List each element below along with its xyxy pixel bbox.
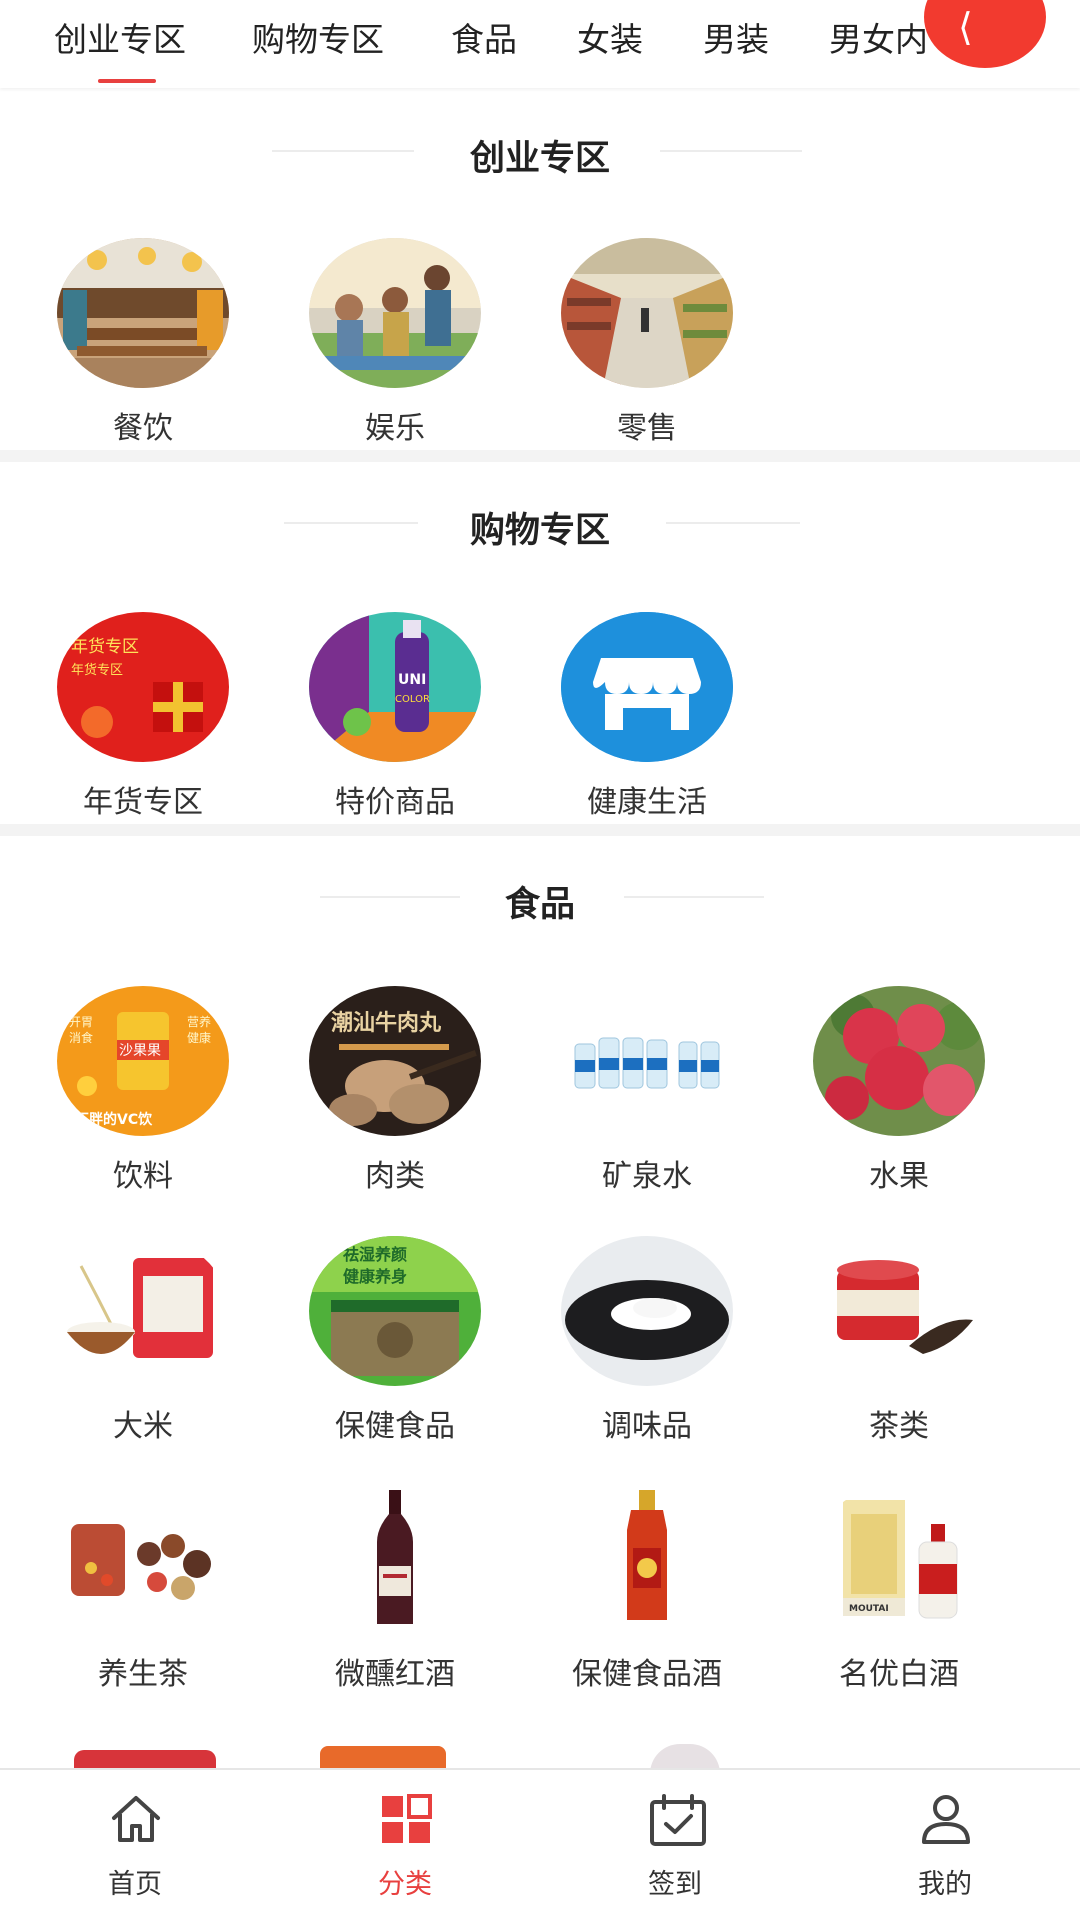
category-item-special-offers[interactable]: UNI COLOR 特价商品 (252, 612, 502, 820)
category-item-herbal-tea[interactable]: 养生茶 (0, 1484, 250, 1692)
section-gap (0, 450, 1080, 462)
category-grid-icon (382, 1794, 432, 1843)
tab-shopping[interactable]: 购物专区 (252, 0, 384, 88)
category-item-entertainment[interactable]: 娱乐 (252, 238, 502, 446)
active-tab-indicator (98, 79, 156, 83)
category-label: 娱乐 (365, 411, 425, 446)
section-entrepreneurship: 创业专区 餐饮 娱乐 零售 (0, 88, 1080, 450)
seasoning-photo (561, 1236, 733, 1386)
nav-category[interactable]: 分类 (270, 1770, 540, 1922)
category-item-meat[interactable]: 潮汕牛肉丸 肉类 (252, 986, 502, 1194)
svg-text:沙果果: 沙果果 (119, 1043, 161, 1059)
nav-label: 我的 (918, 1869, 972, 1900)
svg-text:MOUTAI: MOUTAI (849, 1604, 889, 1614)
calendar-check-icon (650, 1794, 706, 1846)
section-food: 食品 沙果果 开胃 消食 营养 健康 不胖的VC饮 饮料 潮汕牛肉丸 肉类 矿泉… (0, 836, 1080, 1776)
mineral-water-photo (561, 986, 733, 1136)
special-offer-photo: UNI COLOR (309, 612, 481, 762)
baijiu-photo: MOUTAI (813, 1484, 985, 1634)
tab-womens-clothing[interactable]: 女装 (577, 0, 643, 88)
category-item-new-year-goods[interactable]: 年货专区 年货专区 年货专区 (0, 612, 250, 820)
category-tab-bar: 创业专区 购物专区 食品 女装 男装 男女内 (0, 0, 1080, 88)
svg-text:潮汕牛肉丸: 潮汕牛肉丸 (331, 1010, 442, 1036)
category-item-seasoning[interactable]: 调味品 (504, 1236, 754, 1444)
category-label: 饮料 (113, 1159, 173, 1194)
category-item-fruit[interactable]: 水果 (756, 986, 1006, 1194)
category-label: 水果 (869, 1159, 929, 1194)
category-item-healthy-living[interactable]: 健康生活 (504, 612, 754, 820)
new-year-goods-photo: 年货专区 年货专区 (57, 612, 229, 762)
svg-text:祛湿养颜: 祛湿养颜 (343, 1245, 407, 1264)
category-item-mineral-water[interactable]: 矿泉水 (504, 986, 754, 1194)
category-item-rice[interactable]: 大米 (0, 1236, 250, 1444)
apple-photo (813, 986, 985, 1136)
section-title: 创业专区 (469, 139, 610, 179)
bottom-navigation: 首页 分类 签到 我的 (0, 1768, 1080, 1922)
category-label: 名优白酒 (839, 1657, 959, 1692)
section-title: 食品 (504, 885, 575, 925)
category-label: 养生茶 (98, 1657, 188, 1692)
svg-text:年货专区: 年货专区 (71, 637, 139, 657)
herbal-tea-photo (57, 1484, 229, 1634)
nav-label: 首页 (108, 1869, 162, 1900)
rice-photo (57, 1236, 229, 1386)
category-label: 大米 (113, 1409, 173, 1444)
storefront-icon (561, 612, 733, 762)
category-item-catering[interactable]: 餐饮 (0, 238, 250, 446)
category-label: 茶类 (869, 1409, 929, 1444)
section-shopping: 购物专区 年货专区 年货专区 年货专区 UNI COLOR 特价商品 健康生活 (0, 462, 1080, 824)
category-item-beverages[interactable]: 沙果果 开胃 消食 营养 健康 不胖的VC饮 饮料 (0, 986, 250, 1194)
section-gap (0, 824, 1080, 836)
meatball-photo: 潮汕牛肉丸 (309, 986, 481, 1136)
tab-underwear[interactable]: 男女内 (829, 0, 928, 88)
svg-text:营养: 营养 (187, 1014, 211, 1029)
health-liquor-photo (561, 1484, 733, 1634)
nav-home[interactable]: 首页 (0, 1770, 270, 1922)
nav-checkin[interactable]: 签到 (540, 1770, 810, 1922)
category-item-health-liquor[interactable]: 保健食品酒 (504, 1484, 754, 1692)
svg-text:年货专区: 年货专区 (71, 662, 123, 678)
category-label: 微醺红酒 (335, 1657, 455, 1692)
home-icon (112, 1796, 160, 1842)
category-label: 零售 (617, 411, 677, 446)
section-title: 购物专区 (469, 511, 610, 551)
category-item-baijiu[interactable]: MOUTAI 名优白酒 (756, 1484, 1006, 1692)
user-icon (922, 1795, 970, 1844)
tab-entrepreneurship[interactable]: 创业专区 (54, 0, 186, 88)
nav-label: 分类 (378, 1869, 432, 1900)
chevron-left-icon: ⟨ (958, 5, 973, 49)
nav-profile[interactable]: 我的 (810, 1770, 1080, 1922)
category-label: 肉类 (365, 1159, 425, 1194)
category-label: 年货专区 (83, 785, 203, 820)
svg-text:COLOR: COLOR (395, 694, 430, 705)
category-label: 餐饮 (113, 411, 173, 446)
tab-food[interactable]: 食品 (451, 0, 517, 88)
category-item-retail[interactable]: 零售 (504, 238, 754, 446)
category-label: 保健食品 (335, 1409, 455, 1444)
svg-text:消食: 消食 (69, 1030, 93, 1045)
nav-label: 签到 (648, 1869, 702, 1900)
svg-text:不胖的VC饮: 不胖的VC饮 (75, 1111, 153, 1128)
red-wine-photo (309, 1484, 481, 1634)
category-label: 特价商品 (335, 785, 455, 820)
svg-text:健康养身: 健康养身 (343, 1267, 407, 1286)
category-label: 调味品 (602, 1409, 692, 1444)
tea-photo (813, 1236, 985, 1386)
category-item-tea[interactable]: 茶类 (756, 1236, 1006, 1444)
svg-text:健康: 健康 (187, 1030, 211, 1045)
health-food-photo: 祛湿养颜 健康养身 (309, 1236, 481, 1386)
retail-store-photo (561, 238, 733, 388)
beverage-photo: 沙果果 开胃 消食 营养 健康 不胖的VC饮 (57, 986, 229, 1136)
svg-text:开胃: 开胃 (69, 1015, 93, 1029)
category-label: 矿泉水 (602, 1159, 692, 1194)
category-item-health-food[interactable]: 祛湿养颜 健康养身 保健食品 (252, 1236, 502, 1444)
category-label: 健康生活 (587, 785, 707, 820)
svg-text:UNI: UNI (398, 672, 426, 688)
tab-mens-clothing[interactable]: 男装 (703, 0, 769, 88)
category-item-red-wine[interactable]: 微醺红酒 (252, 1484, 502, 1692)
restaurant-photo (57, 238, 229, 388)
entertainment-photo (309, 238, 481, 388)
category-label: 保健食品酒 (572, 1657, 722, 1692)
